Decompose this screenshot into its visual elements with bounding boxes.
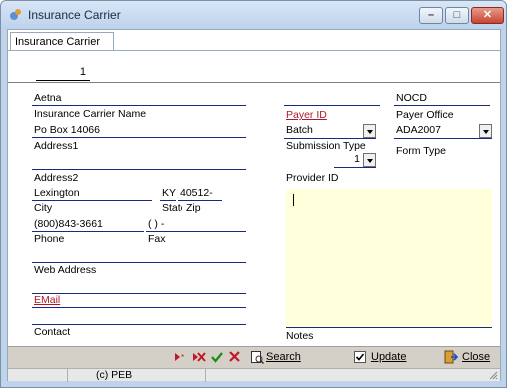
title-bar[interactable]: Insurance Carrier – □ ✕ bbox=[1, 1, 506, 29]
maximize-icon: □ bbox=[453, 9, 461, 21]
contact-input[interactable] bbox=[32, 311, 246, 325]
web-address-label: Web Address bbox=[34, 264, 97, 276]
minimize-button[interactable]: – bbox=[419, 7, 443, 24]
fax-input[interactable]: ( ) - bbox=[146, 218, 246, 232]
carrier-name-input[interactable]: Aetna bbox=[32, 92, 246, 106]
fax-label: Fax bbox=[148, 233, 166, 245]
status-cell-info bbox=[208, 369, 498, 382]
tab-divider bbox=[8, 50, 500, 51]
chevron-down-icon[interactable] bbox=[479, 124, 492, 138]
exit-door-icon bbox=[444, 350, 458, 364]
tab-insurance-carrier[interactable]: Insurance Carrier bbox=[10, 32, 114, 51]
checkbox-checked-icon[interactable] bbox=[354, 351, 366, 363]
close-window-button[interactable]: ✕ bbox=[471, 7, 504, 24]
address2-label: Address2 bbox=[34, 172, 79, 184]
submission-type-select[interactable]: Batch bbox=[284, 124, 376, 139]
svg-text:*: * bbox=[181, 353, 184, 362]
submission-number-select[interactable]: 1 bbox=[334, 153, 376, 168]
action-toolbar: * Search Update Close bbox=[8, 346, 500, 368]
submission-type-value: Batch bbox=[286, 124, 313, 136]
web-address-input[interactable] bbox=[32, 249, 246, 263]
status-cell-empty bbox=[8, 369, 68, 382]
submission-type-label: Submission Type bbox=[286, 140, 366, 152]
resize-grip-icon[interactable] bbox=[489, 371, 498, 380]
email-input[interactable] bbox=[32, 280, 246, 294]
state-label: State bbox=[162, 202, 182, 214]
maximize-button[interactable]: □ bbox=[445, 7, 469, 24]
submission-number-value: 1 bbox=[354, 153, 360, 165]
close-icon: ✕ bbox=[482, 9, 493, 21]
status-bar: (c) PEB bbox=[8, 368, 500, 382]
address2-input[interactable] bbox=[32, 156, 246, 170]
payer-id-link[interactable]: Payer ID bbox=[284, 109, 380, 123]
search-icon bbox=[251, 351, 264, 364]
form-client-area: Insurance Carrier 1 Aetna Insurance Carr… bbox=[7, 29, 501, 382]
update-label: Update bbox=[371, 351, 407, 363]
form-type-select[interactable]: ADA2007 bbox=[394, 124, 492, 139]
app-icon bbox=[10, 9, 21, 20]
payer-id-input[interactable] bbox=[284, 92, 380, 106]
app-window: Insurance Carrier – □ ✕ Insurance Carrie… bbox=[0, 0, 507, 388]
city-input[interactable]: Lexington bbox=[32, 187, 152, 201]
form-type-label: Form Type bbox=[396, 145, 446, 157]
close-label: Close bbox=[462, 351, 491, 363]
chevron-down-icon[interactable] bbox=[363, 124, 376, 138]
record-number-field[interactable]: 1 bbox=[36, 65, 90, 81]
header-separator bbox=[8, 82, 500, 83]
phone-label: Phone bbox=[34, 233, 65, 245]
text-caret bbox=[293, 194, 294, 206]
provider-id-label: Provider ID bbox=[286, 172, 339, 184]
state-input[interactable]: KY bbox=[160, 187, 176, 201]
form-type-value: ADA2007 bbox=[396, 124, 441, 136]
search-label: Search bbox=[266, 351, 301, 363]
payer-office-input[interactable]: NOCD bbox=[394, 92, 490, 106]
chevron-down-icon[interactable] bbox=[363, 153, 376, 167]
email-link[interactable]: EMail bbox=[32, 294, 246, 308]
city-label: City bbox=[34, 202, 53, 214]
payer-office-label: Payer Office bbox=[396, 109, 454, 121]
address1-input[interactable]: Po Box 14066 bbox=[32, 124, 246, 138]
provider-id-notes-textarea[interactable] bbox=[286, 189, 492, 328]
zip-input[interactable]: 40512- bbox=[178, 187, 222, 201]
new-record-icon[interactable]: * bbox=[174, 351, 188, 363]
phone-input[interactable]: (800)843-3661 bbox=[32, 218, 144, 232]
save-check-icon[interactable] bbox=[211, 351, 223, 363]
contact-label: Contact bbox=[34, 326, 71, 338]
status-copyright: (c) PEB bbox=[70, 369, 206, 382]
notes-label: Notes bbox=[286, 330, 314, 342]
minimize-icon: – bbox=[427, 9, 435, 21]
address1-label: Address1 bbox=[34, 140, 79, 152]
cancel-x-icon[interactable] bbox=[229, 351, 240, 362]
carrier-name-label: Insurance Carrier Name bbox=[34, 108, 147, 120]
delete-record-icon[interactable] bbox=[192, 351, 206, 363]
zip-label: Zip bbox=[186, 202, 201, 214]
window-title: Insurance Carrier bbox=[28, 8, 121, 22]
